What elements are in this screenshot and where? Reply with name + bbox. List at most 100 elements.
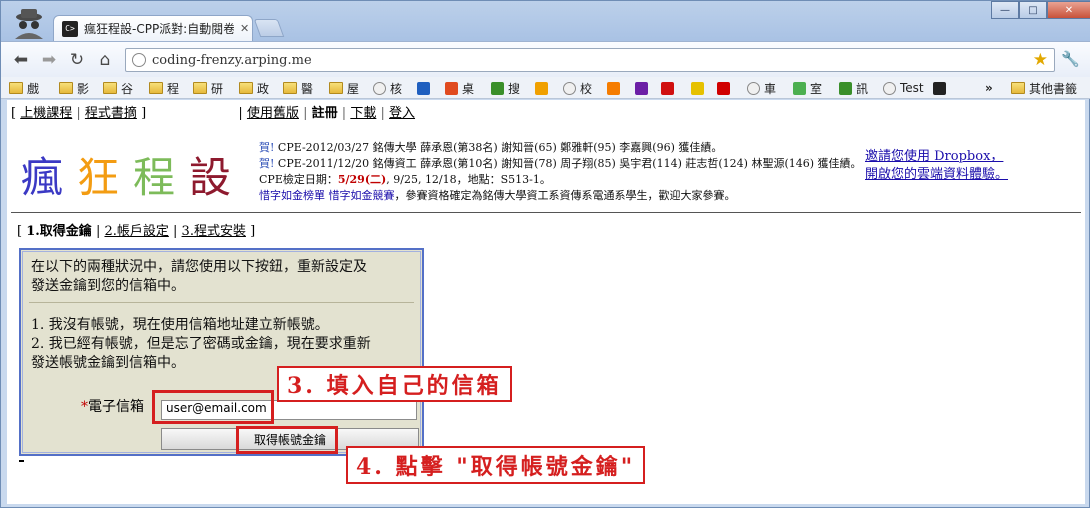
bookmark-label: 醫: [301, 81, 314, 96]
logo-char-1: 瘋: [21, 153, 78, 202]
bookmark-label: 核: [390, 81, 403, 96]
bookmark-label: Test: [900, 81, 924, 95]
new-tab-button[interactable]: [253, 19, 285, 37]
bookmark-item[interactable]: [717, 79, 734, 97]
bookmark-item[interactable]: 訊: [839, 79, 868, 97]
site-favicon-icon: [661, 81, 674, 95]
bookmark-item[interactable]: [535, 79, 552, 97]
bookmark-label: 程: [167, 81, 180, 96]
close-window-button[interactable]: ✕: [1047, 1, 1090, 19]
news-line-4: 惜字如金榜單 惜字如金競賽，參賽資格確定為銘傳大學資工系資傳系電通系學生，歡迎大…: [259, 188, 862, 204]
bookmark-item[interactable]: 校: [563, 79, 592, 97]
step-current-get-key: 1.取得金鑰: [26, 224, 92, 239]
maximize-button[interactable]: □: [1019, 1, 1047, 19]
bookmark-label: 室: [810, 81, 823, 96]
required-mark: *: [81, 399, 88, 415]
dropbox-invite-link[interactable]: 邀請您使用 Dropbox， 開啟您的雲端資料體驗。: [865, 148, 1008, 184]
nav-link-login[interactable]: 登入: [389, 106, 415, 121]
home-icon[interactable]: ⌂: [95, 50, 115, 70]
cpe-next-date: 5/29(二): [337, 173, 387, 186]
step-navigation: [ 1.取得金鑰 | 2.帳戶設定 | 3.程式安裝 ]: [17, 220, 255, 239]
minimize-button[interactable]: —: [991, 1, 1019, 19]
bookmark-label: 政: [257, 81, 270, 96]
email-label-text: 電子信箱: [88, 399, 144, 415]
forward-icon[interactable]: ➡: [39, 50, 59, 70]
contest-note: ，參賽資格確定為銘傳大學資工系資傳系電通系學生，歡迎大家參賽。: [394, 189, 736, 202]
bookmark-item[interactable]: 車: [747, 79, 776, 97]
address-bar[interactable]: coding-frenzy.arping.me ★: [125, 48, 1055, 72]
site-favicon-icon: [417, 81, 430, 95]
step-link-install[interactable]: 3.程式安裝: [182, 224, 246, 239]
bookmark-star-icon[interactable]: ★: [1033, 50, 1048, 70]
nav-separator: |: [76, 106, 81, 121]
bookmarks-overflow-icon[interactable]: »: [985, 79, 993, 97]
nav-link-courses[interactable]: 上機課程: [20, 106, 72, 121]
bookmark-item[interactable]: [933, 79, 950, 97]
folder-icon: [239, 82, 253, 94]
divider: [11, 212, 1081, 213]
site-favicon-icon: [717, 81, 730, 95]
step-separator: |: [95, 224, 101, 239]
browser-toolbar: ⬅ ➡ ↻ ⌂ coding-frenzy.arping.me ★ 🔧: [1, 41, 1090, 77]
bookmark-item[interactable]: 谷: [103, 79, 133, 97]
bookmark-item[interactable]: 戲: [9, 79, 39, 97]
nav-link-old-version[interactable]: 使用舊版: [247, 106, 299, 121]
globe-icon: [563, 81, 576, 95]
cpe-dates-label: CPE檢定日期：: [259, 173, 338, 186]
news-block: 賀! CPE-2012/03/27 銘傳大學 薛承恩(第38名) 謝知晉(65)…: [259, 140, 862, 204]
window-controls: — □ ✕: [991, 1, 1090, 21]
url-text: coding-frenzy.arping.me: [152, 52, 312, 68]
reload-icon[interactable]: ↻: [67, 50, 87, 70]
bookmark-item[interactable]: 室: [793, 79, 822, 97]
bookmark-item[interactable]: [607, 79, 624, 97]
highlight-email-field: [152, 390, 274, 424]
step-link-account-settings[interactable]: 2.帳戶設定: [104, 224, 168, 239]
callout-fill-email: 3. 填入自己的信箱: [277, 366, 512, 402]
bookmark-item[interactable]: [691, 79, 708, 97]
bookmark-item[interactable]: 影: [59, 79, 89, 97]
tab-close-icon[interactable]: ✕: [240, 22, 249, 35]
bookmark-label: 搜: [508, 81, 521, 96]
intro-line-2: 發送金鑰到您的信箱中。: [31, 278, 185, 294]
bookmark-label: 谷: [121, 81, 134, 96]
page-content: [ 上機課程 | 程式書摘 ] | 使用舊版 | 註冊 | 下載 | 登入 瘋狂…: [7, 100, 1085, 504]
folder-icon: [103, 82, 117, 94]
case-new-account: 1. 我沒有帳號，現在使用信箱地址建立新帳號。: [31, 317, 329, 333]
bookmark-item[interactable]: 桌: [445, 79, 474, 97]
bookmark-item[interactable]: 屋: [329, 79, 359, 97]
bookmark-item[interactable]: Test: [883, 79, 924, 97]
bookmark-label: 車: [764, 81, 777, 96]
site-favicon-icon: [933, 81, 946, 95]
bookmark-item[interactable]: 搜: [491, 79, 520, 97]
folder-icon: [1011, 82, 1025, 94]
folder-icon: [193, 82, 207, 94]
nav-link-download[interactable]: 下載: [350, 106, 376, 121]
bookmark-item[interactable]: 研: [193, 79, 223, 97]
news-text: CPE-2011/12/20 銘傳資工 薛承恩(第10名) 謝知晉(78) 周子…: [274, 157, 862, 170]
callout-click-get-key: 4. 點擊 "取得帳號金鑰": [346, 446, 646, 484]
bookmark-item[interactable]: 核: [373, 79, 402, 97]
bookmark-item[interactable]: [635, 79, 652, 97]
ranking-link[interactable]: 惜字如金榜單: [259, 189, 325, 202]
text-cursor: [19, 460, 24, 462]
tab-active[interactable]: C> 瘋狂程設-CPP派對:自動閱卷 ✕: [53, 15, 253, 41]
wrench-menu-icon[interactable]: 🔧: [1061, 50, 1080, 68]
dropbox-line-2: 開啟您的雲端資料體驗。: [865, 167, 1009, 182]
page-info-icon[interactable]: [132, 53, 146, 67]
folder-icon: [149, 82, 163, 94]
bookmark-item[interactable]: 醫: [283, 79, 313, 97]
congrats-mark: 賀!: [259, 141, 275, 154]
bookmark-item[interactable]: 程: [149, 79, 179, 97]
bookmark-item[interactable]: [417, 79, 434, 97]
bookmark-item[interactable]: 政: [239, 79, 269, 97]
nav-link-book-notes[interactable]: 程式書摘: [85, 106, 137, 121]
form-cases: 1. 我沒有帳號，現在使用信箱地址建立新帳號。 2. 我已經有帳號，但是忘了密碼…: [31, 316, 371, 373]
site-favicon-icon: [839, 81, 852, 95]
bookmark-item[interactable]: [661, 79, 678, 97]
contest-link[interactable]: 惜字如金競賽: [329, 189, 395, 202]
logo-char-4: 設: [189, 153, 246, 202]
globe-icon: [747, 81, 760, 95]
bookmarks-bar: Test 訊 室 車 校 搜 桌 核 屋 醫 政 研 程 谷 影 戲 其他書籤 »: [1, 77, 1090, 99]
back-icon[interactable]: ⬅: [11, 50, 31, 70]
other-bookmarks[interactable]: 其他書籤: [1011, 79, 1077, 97]
